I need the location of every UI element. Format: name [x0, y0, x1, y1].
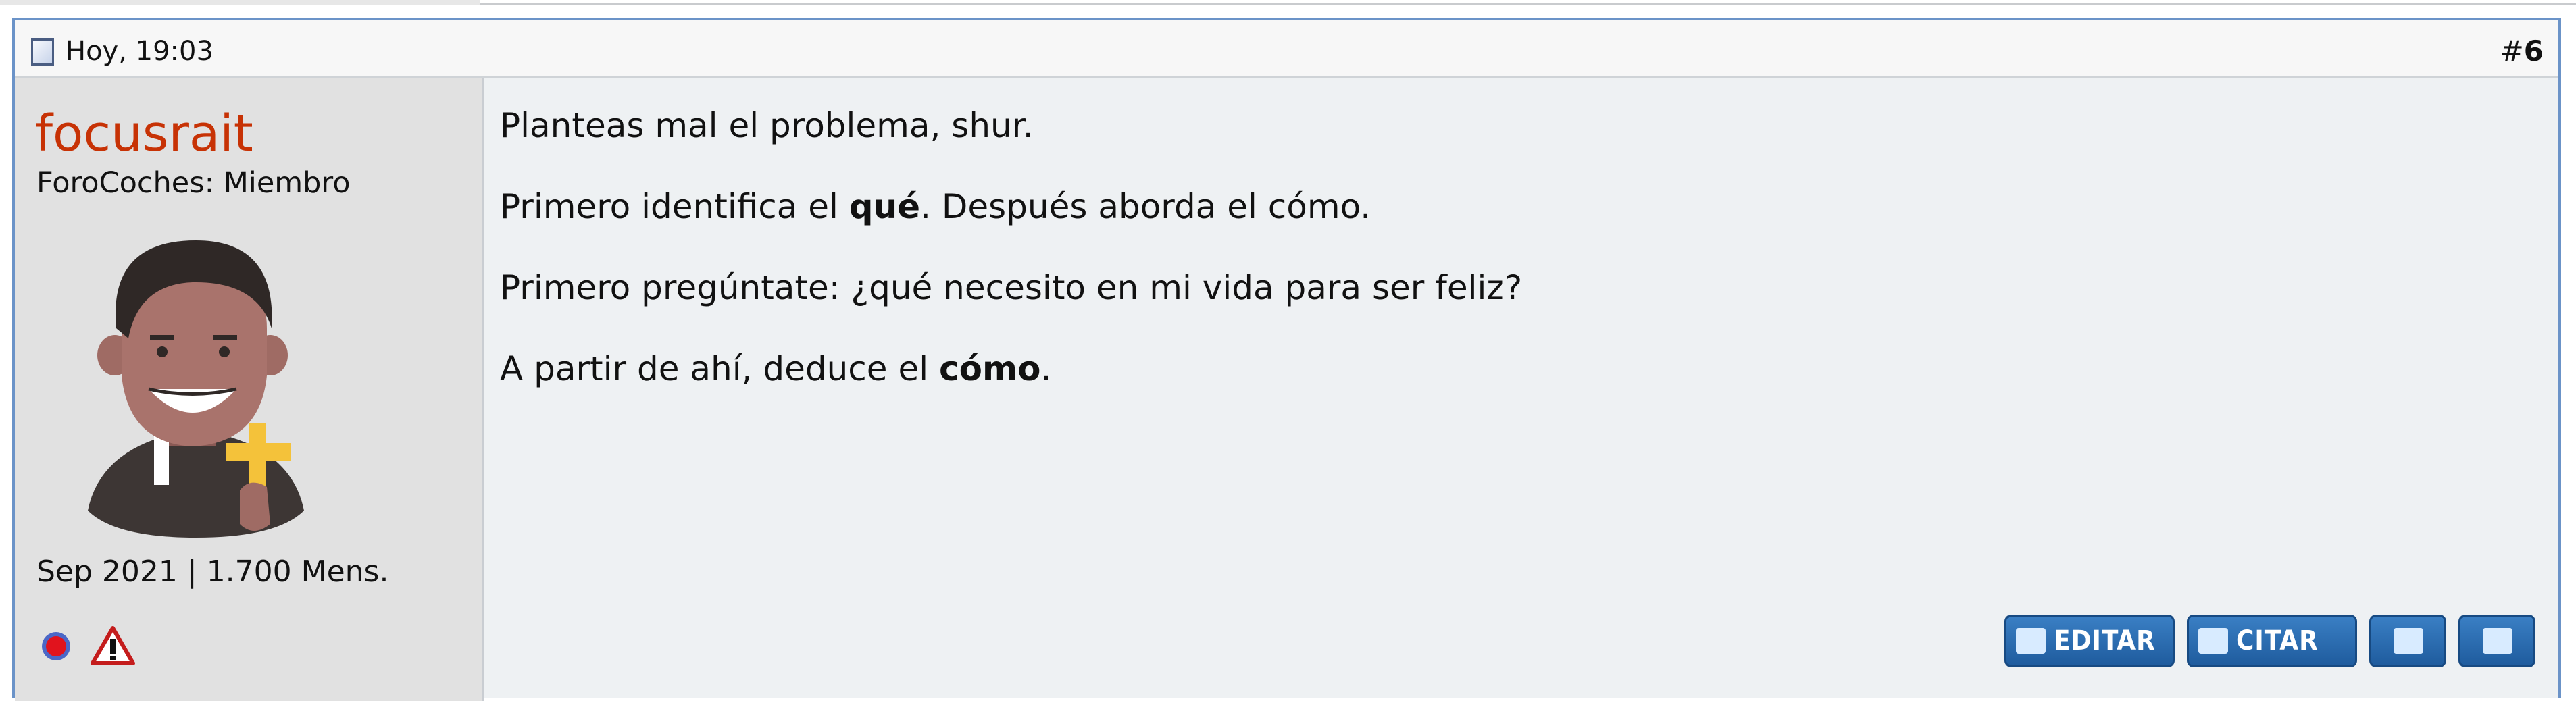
top-strip [0, 0, 2576, 5]
message-line-2-c: . Después aborda el cómo. [920, 187, 1371, 226]
warning-icon[interactable] [91, 625, 135, 666]
post-actions: EDITAR CITAR [2004, 615, 2545, 670]
edit-button[interactable]: EDITAR [2004, 615, 2175, 667]
user-stats: Sep 2021 | 1.700 Mens. [36, 554, 389, 589]
message-line-4-c: . [1040, 349, 1052, 388]
edit-button-label: EDITAR [2054, 625, 2156, 656]
online-status-icon [42, 632, 70, 660]
post-number-link[interactable]: #6 [2500, 35, 2544, 68]
user-status-row [35, 619, 170, 673]
message-line-1: Planteas mal el problema, shur. [500, 106, 1034, 145]
post-header: Hoy, 19:03 #6 [15, 20, 2558, 78]
post-document-icon [31, 38, 54, 66]
message-line-4-a: A partir de ahí, deduce el [500, 349, 939, 388]
user-avatar[interactable] [74, 227, 318, 538]
username-link[interactable]: focusrait [35, 105, 253, 162]
message-line-2: Primero identifica el qué. Después abord… [500, 186, 1371, 227]
more-options-button[interactable] [2458, 615, 2535, 667]
multiquote-button[interactable] [2369, 615, 2446, 667]
dropdown-menu-icon [2483, 628, 2512, 654]
top-tab [0, 0, 480, 5]
user-title: ForoCoches: Miembro [36, 166, 351, 200]
multiquote-icon [2394, 628, 2423, 654]
user-info-column: focusrait ForoCoches: Miembro Sep 2021 |… [15, 78, 484, 701]
post-date: Hoy, 19:03 [66, 36, 213, 67]
quote-button[interactable]: CITAR [2187, 615, 2357, 667]
message-line-2-bold: qué [849, 187, 921, 226]
message-line-4: A partir de ahí, deduce el cómo. [500, 348, 1051, 389]
post-number: 6 [2523, 34, 2544, 68]
quote-button-label: CITAR [2236, 625, 2319, 656]
forum-post: Hoy, 19:03 #6 focusrait ForoCoches: Miem… [12, 18, 2561, 701]
message-line-4-bold: cómo [939, 349, 1041, 388]
message-line-2-a: Primero identifica el [500, 187, 849, 226]
message-line-3: Primero pregúntate: ¿qué necesito en mi … [500, 268, 1523, 307]
pencil-icon [2016, 628, 2046, 654]
post-number-prefix: # [2500, 34, 2524, 68]
quote-icon [2198, 628, 2228, 654]
